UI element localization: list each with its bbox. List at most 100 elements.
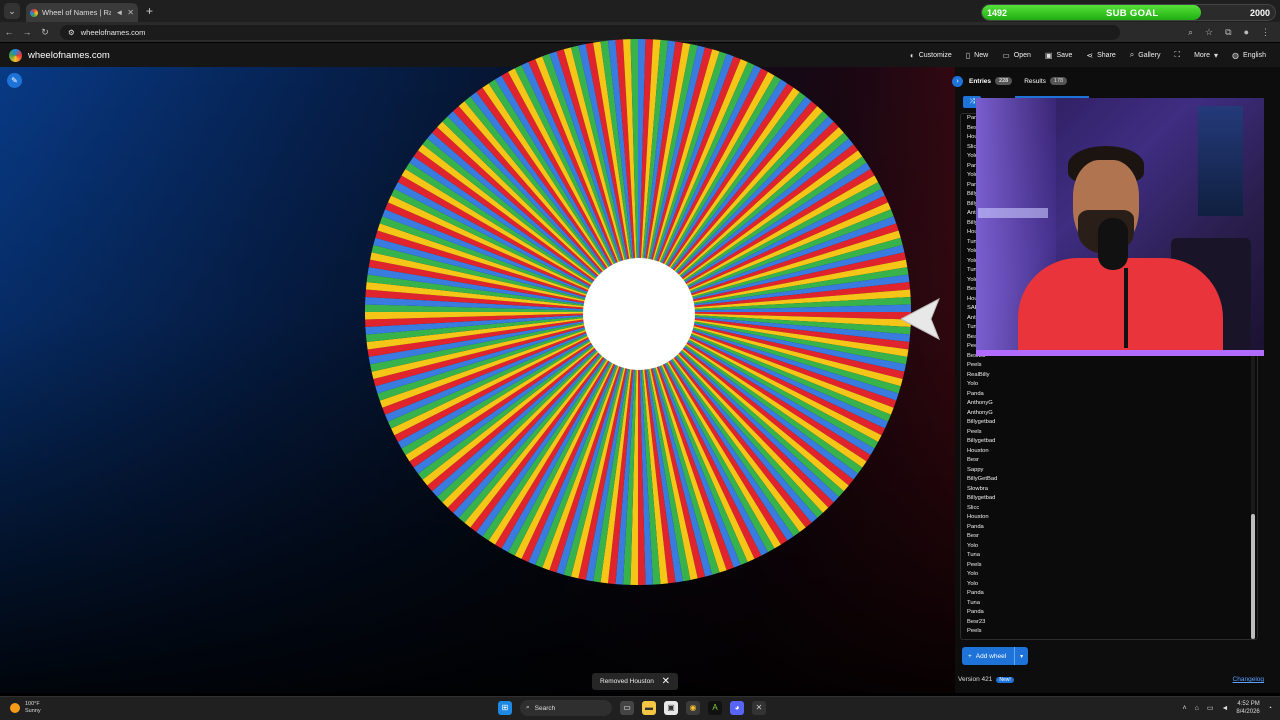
menu-fullscreen[interactable]: ⛶ <box>1174 50 1180 60</box>
tab-entries[interactable]: Entries 228 <box>969 77 1013 85</box>
microphone <box>1098 218 1128 270</box>
browser-menu-icon[interactable]: ⋮ <box>1261 27 1270 38</box>
app-icon[interactable]: A <box>708 701 722 715</box>
folder-open-icon: ▭ <box>1002 50 1010 60</box>
battery-icon[interactable]: ▭ <box>1207 704 1214 712</box>
snackbar-close-icon[interactable]: ✕ <box>662 676 670 687</box>
menu-label: Gallery <box>1138 51 1161 59</box>
site-info-icon[interactable]: ⚙ <box>68 28 75 37</box>
browser-tab[interactable]: Wheel of Names | Random ◄ ✕ <box>26 3 138 22</box>
entry-item: Peels <box>967 628 982 634</box>
scrollbar-thumb[interactable] <box>1251 514 1255 639</box>
save-icon: ▣ <box>1044 50 1053 60</box>
reload-icon[interactable]: ↻ <box>36 27 54 38</box>
entry-item: Panda <box>967 523 984 530</box>
entry-item: Houston <box>967 514 989 520</box>
add-wheel-button[interactable]: + Add wheel ▾ <box>962 647 1029 665</box>
new-tab-icon[interactable]: + <box>146 4 153 18</box>
tab-search-icon[interactable]: ⌄ <box>4 3 20 19</box>
wheel-center-button[interactable] <box>583 258 695 370</box>
entry-item: Billygetbad <box>967 495 996 501</box>
entry-item: Peels <box>967 362 982 368</box>
entry-item: AnthonyG <box>967 409 993 416</box>
entry-item: Slowbra <box>967 485 988 492</box>
entry-item: RealBilly <box>967 371 990 378</box>
zoom-icon[interactable]: ⌕ <box>1188 27 1193 38</box>
taskbar: 100°F Sunny ⊞ ⌕ Search ▭ ▬ ▣ ◉ A ◕ ✕ ˄ ⌂… <box>0 696 1280 720</box>
screen: ⌄ Wheel of Names | Random ◄ ✕ + 1492 SUB… <box>0 0 1280 720</box>
weather-widget[interactable]: 100°F Sunny <box>10 701 41 715</box>
entry-item: Billygetbad <box>967 419 996 425</box>
wheel-favicon-icon <box>30 8 38 17</box>
entry-item: Besr <box>967 457 979 463</box>
sub-goal-target: 2000 <box>1249 8 1270 18</box>
task-view-icon[interactable]: ▭ <box>620 701 634 715</box>
menu-save[interactable]: ▣ Save <box>1045 50 1073 60</box>
back-icon[interactable]: ← <box>0 27 18 37</box>
entry-item: Tuna <box>967 599 980 606</box>
windows-start-icon[interactable]: ⊞ <box>498 701 512 715</box>
poster <box>1198 106 1243 216</box>
search-label: Search <box>534 704 556 712</box>
sub-goal-current: 1492 <box>987 8 1008 18</box>
file-explorer-icon[interactable]: ▬ <box>642 701 656 715</box>
entry-item: Tuna <box>967 552 980 558</box>
add-wheel-main[interactable]: + Add wheel <box>962 647 1016 665</box>
wheel-pointer-arrow <box>901 297 940 341</box>
bookmark-star-icon[interactable]: ☆ <box>1205 27 1213 38</box>
entry-item: Yolo <box>967 580 979 587</box>
weather-temp: 100°F <box>25 701 40 707</box>
entry-item: Panda <box>967 390 984 397</box>
menu-label: New <box>974 51 989 59</box>
menu-share[interactable]: ⋖ Share <box>1086 50 1115 60</box>
edit-pencil-icon[interactable]: ✎ <box>7 73 22 88</box>
url-text: wheelofnames.com <box>80 27 146 37</box>
taskbar-search[interactable]: ⌕ Search <box>520 700 612 716</box>
new-badge: New! <box>996 676 1014 683</box>
tray-chevron-icon[interactable]: ˄ <box>1183 705 1187 712</box>
extensions-icon[interactable]: ⧉ <box>1225 27 1231 38</box>
entry-item: Peels <box>967 428 982 435</box>
sub-goal-label: SUB GOAL <box>1106 8 1159 19</box>
wheel-logo-icon[interactable] <box>9 48 22 62</box>
snackbar-message: Removed Houston <box>600 678 654 685</box>
app-title[interactable]: wheelofnames.com <box>28 50 110 61</box>
notification-bell-icon[interactable]: ◔ <box>1268 705 1272 712</box>
menu-label: More <box>1194 51 1211 59</box>
discord-icon[interactable]: ◕ <box>730 701 744 715</box>
network-icon[interactable]: ⌂ <box>1195 705 1199 712</box>
entry-item: Yolo <box>967 542 979 549</box>
shelf <box>978 208 1048 218</box>
entry-item: BillyGetBad <box>967 476 998 482</box>
chevron-down-icon[interactable]: ▾ <box>1015 653 1028 660</box>
tab-label: Results <box>1024 77 1046 85</box>
speaker-icon[interactable]: ◄ <box>115 8 123 17</box>
clock-time: 4:52 PM <box>1237 701 1260 707</box>
menu-gallery[interactable]: ⌕ Gallery <box>1130 50 1161 60</box>
volume-icon[interactable]: ◄ <box>1221 705 1228 712</box>
chrome-icon[interactable]: ◉ <box>686 701 700 715</box>
entry-item: Besr <box>967 533 979 539</box>
profile-icon[interactable]: ● <box>1244 27 1249 38</box>
share-icon: ⋖ <box>1086 50 1094 60</box>
tab-close-icon[interactable]: ✕ <box>127 8 134 17</box>
menu-more[interactable]: More ▾ <box>1194 50 1218 60</box>
hide-panel-chevron-icon[interactable]: › <box>952 75 963 87</box>
weather-condition: Sunny <box>25 708 41 714</box>
menu-open[interactable]: ▭ Open <box>1002 50 1031 60</box>
menu-language[interactable]: ◍ English <box>1232 50 1266 60</box>
panel-tabs: › Entries 228 Results 178 <box>952 72 1068 90</box>
clock[interactable]: 4:52 PM 8/4/2026 <box>1236 700 1259 716</box>
menu-new[interactable]: ▯ New <box>966 50 988 60</box>
store-icon[interactable]: ▣ <box>664 701 678 715</box>
menu-customize[interactable]: ◐ Customize <box>910 50 952 60</box>
led-strip <box>976 350 1264 356</box>
terminal-icon[interactable]: ✕ <box>752 701 766 715</box>
entry-item: Yolo <box>967 381 979 387</box>
tab-results[interactable]: Results 178 <box>1024 77 1068 85</box>
version-info: Version 421 New! <box>958 676 1014 683</box>
changelog-link[interactable]: Changelog <box>1233 676 1264 683</box>
add-wheel-label: Add wheel <box>975 652 1007 660</box>
forward-icon[interactable]: → <box>18 27 36 37</box>
entries-count-badge: 228 <box>995 77 1013 85</box>
